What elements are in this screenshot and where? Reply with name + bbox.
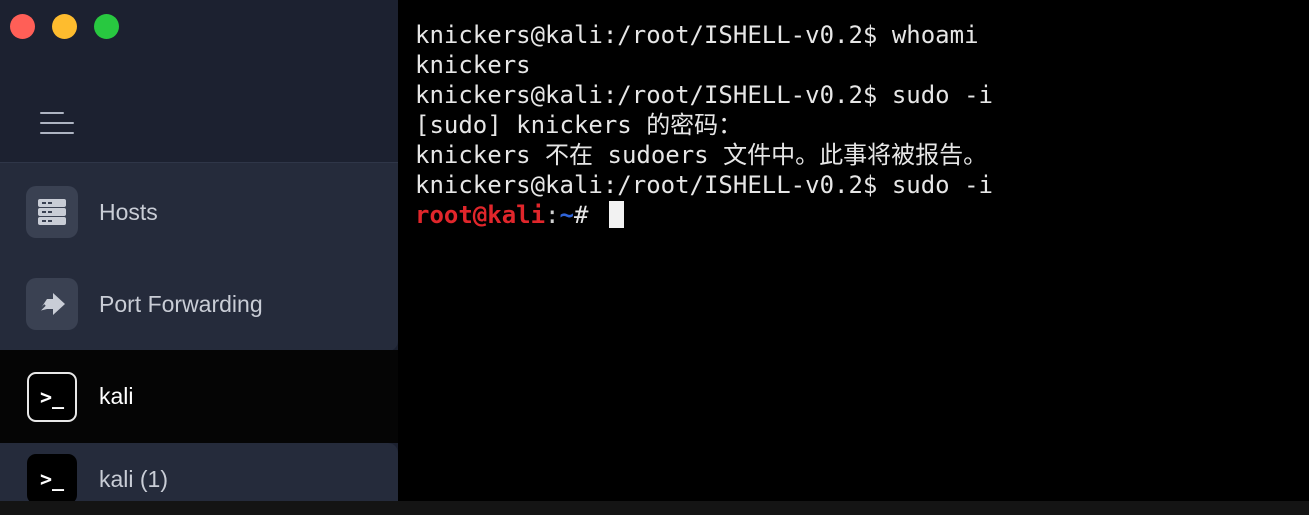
terminal-pane[interactable]: knickers@kali:/root/ISHELL-v0.2$ whoami …: [398, 0, 1309, 515]
sidebar-item-port-forwarding[interactable]: Port Forwarding: [0, 269, 398, 339]
terminal-line: knickers@kali:/root/ISHELL-v0.2$ sudo -i: [415, 81, 993, 109]
sidebar: Hosts Port Forwarding >_ kali >_ kali (1…: [0, 0, 398, 515]
terminal-cursor[interactable]: [608, 201, 624, 228]
host-label: kali: [99, 383, 134, 409]
host-label: kali (1): [99, 465, 169, 492]
prompt-user: root@kali: [415, 201, 546, 229]
sidebar-item-label: Hosts: [99, 198, 158, 225]
sidebar-nav: Hosts Port Forwarding: [0, 162, 398, 351]
terminal-icon: >_: [27, 454, 77, 504]
bottom-edge: [0, 501, 1309, 515]
prompt-symbol: #: [573, 201, 603, 229]
terminal-icon: >_: [27, 371, 77, 422]
close-window-button[interactable]: [10, 14, 35, 39]
port-forward-arrow-icon: [26, 278, 78, 330]
minimize-window-button[interactable]: [52, 14, 77, 39]
prompt-separator: :: [545, 201, 560, 229]
window-controls: [10, 14, 119, 39]
terminal-output: knickers@kali:/root/ISHELL-v0.2$ whoami …: [415, 20, 993, 230]
maximize-window-button[interactable]: [94, 14, 119, 39]
terminal-line: knickers 不在 sudoers 文件中。此事将被报告。: [415, 141, 988, 169]
hamburger-menu-icon[interactable]: [40, 110, 76, 138]
server-icon: [26, 186, 78, 238]
host-item-kali[interactable]: >_ kali: [0, 350, 398, 443]
app-window: Hosts Port Forwarding >_ kali >_ kali (1…: [0, 0, 1309, 515]
terminal-line: knickers@kali:/root/ISHELL-v0.2$ sudo -i: [415, 171, 993, 199]
sidebar-item-hosts[interactable]: Hosts: [0, 177, 398, 247]
sidebar-item-label: Port Forwarding: [99, 290, 263, 317]
terminal-line: knickers: [415, 51, 531, 79]
prompt-path: ~: [559, 201, 574, 229]
terminal-line: [sudo] knickers 的密码：: [415, 111, 743, 139]
terminal-prompt-line: root@kali:~#: [415, 200, 993, 230]
terminal-line: knickers@kali:/root/ISHELL-v0.2$ whoami: [415, 21, 979, 49]
